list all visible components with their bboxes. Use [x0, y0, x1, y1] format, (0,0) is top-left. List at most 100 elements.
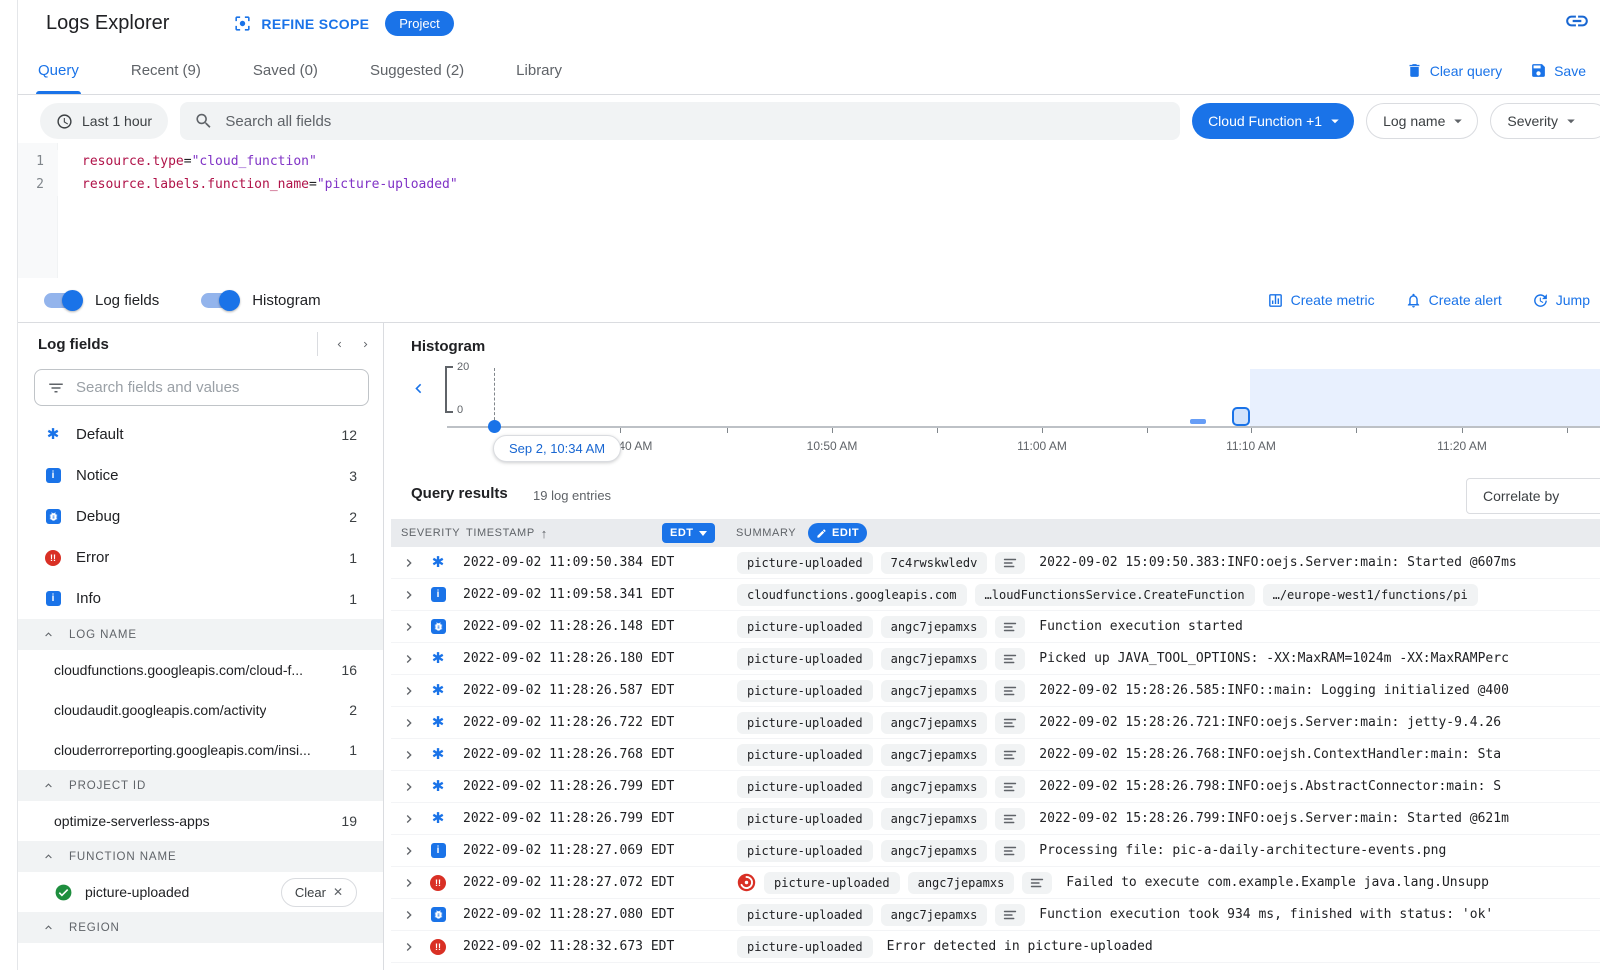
create-alert-button[interactable]: Create alert [1405, 292, 1502, 309]
refine-scope-button[interactable]: REFINE SCOPE [233, 14, 369, 33]
label-chip[interactable]: picture-uploaded [737, 712, 873, 734]
expand-chevron-icon[interactable] [401, 747, 417, 763]
label-chip[interactable]: angc7jepamxs [881, 744, 988, 766]
log-text-icon[interactable] [995, 552, 1025, 574]
log-text-icon[interactable] [995, 648, 1025, 670]
log-entry-row[interactable]: 2022-09-02 11:28:27.080 EDTpicture-uploa… [391, 899, 1600, 931]
log-text-icon[interactable] [995, 680, 1025, 702]
histogram-bar[interactable] [1190, 419, 1206, 424]
save-button[interactable]: Save [1530, 62, 1586, 79]
expand-chevron-icon[interactable] [401, 875, 417, 891]
log-text-icon[interactable] [1022, 872, 1052, 894]
fields-search-input[interactable] [76, 379, 356, 396]
label-chip[interactable]: angc7jepamxs [881, 840, 988, 862]
log-field-item[interactable]: picture-uploadedClear ✕ [18, 872, 383, 912]
expand-chevron-icon[interactable] [401, 907, 417, 923]
label-chip[interactable]: angc7jepamxs [881, 712, 988, 734]
time-range-button[interactable]: Last 1 hour [40, 103, 168, 139]
search-all-fields-box[interactable] [180, 102, 1180, 140]
log-field-item[interactable]: cloudaudit.googleapis.com/activity2 [18, 690, 383, 730]
log-entry-row[interactable]: ✱2022-09-02 11:09:50.384 EDTpicture-uplo… [391, 547, 1600, 579]
section-header-project-id[interactable]: PROJECT ID [18, 770, 383, 801]
log-text-icon[interactable] [995, 744, 1025, 766]
log-entry-row[interactable]: 2022-09-02 11:28:26.148 EDTpicture-uploa… [391, 611, 1600, 643]
label-chip[interactable]: angc7jepamxs [881, 680, 988, 702]
jump-button[interactable]: Jump [1532, 292, 1590, 309]
log-entry-row[interactable]: ✱2022-09-02 11:28:26.722 EDTpicture-uplo… [391, 707, 1600, 739]
tab-library[interactable]: Library [514, 47, 564, 94]
search-input[interactable] [225, 113, 1166, 130]
link-icon[interactable] [1564, 8, 1590, 34]
label-chip[interactable]: 7c4rwskwledv [881, 552, 988, 574]
expand-chevron-icon[interactable] [401, 651, 417, 667]
log-field-item[interactable]: cloudfunctions.googleapis.com/cloud-f...… [18, 650, 383, 690]
label-chip[interactable]: picture-uploaded [737, 616, 873, 638]
log-text-icon[interactable] [995, 712, 1025, 734]
expand-chevron-icon[interactable] [401, 939, 417, 955]
log-text-icon[interactable] [995, 616, 1025, 638]
scope-badge[interactable]: Project [385, 11, 453, 36]
expand-chevron-icon[interactable] [401, 619, 417, 635]
severity-filter[interactable]: Severity [1490, 103, 1600, 139]
collapse-panel-icon[interactable] [334, 339, 345, 350]
label-chip[interactable]: angc7jepamxs [881, 808, 988, 830]
log-fields-toggle[interactable] [44, 293, 81, 308]
create-metric-button[interactable]: Create metric [1267, 292, 1375, 309]
label-chip[interactable]: …loudFunctionsService.CreateFunction [975, 584, 1255, 606]
section-header-function-name[interactable]: FUNCTION NAME [18, 841, 383, 872]
expand-chevron-icon[interactable] [401, 843, 417, 859]
severity-filter-default[interactable]: ✱Default12 [18, 414, 383, 455]
log-field-item[interactable]: optimize-serverless-apps19 [18, 801, 383, 841]
histogram-toggle[interactable] [201, 293, 238, 308]
label-chip[interactable]: picture-uploaded [737, 904, 873, 926]
log-text-icon[interactable] [995, 808, 1025, 830]
histog​ram-selection-region[interactable] [1250, 369, 1600, 426]
severity-filter-notice[interactable]: iNotice3 [18, 455, 383, 496]
expand-panel-icon[interactable] [360, 339, 371, 350]
label-chip[interactable]: picture-uploaded [737, 744, 873, 766]
log-entry-row[interactable]: !!2022-09-02 11:28:32.673 EDTpicture-upl… [391, 931, 1600, 963]
log-entry-row[interactable]: ✱2022-09-02 11:28:26.180 EDTpicture-uplo… [391, 643, 1600, 675]
log-text-icon[interactable] [995, 904, 1025, 926]
tab-suggested[interactable]: Suggested (2) [368, 47, 466, 94]
label-chip[interactable]: angc7jepamxs [881, 904, 988, 926]
log-field-item[interactable]: clouderrorreporting.googleapis.com/insi.… [18, 730, 383, 770]
label-chip[interactable]: …/europe-west1/functions/pi [1263, 584, 1478, 606]
log-entry-row[interactable]: ✱2022-09-02 11:28:26.799 EDTpicture-uplo… [391, 771, 1600, 803]
label-chip[interactable]: picture-uploaded [737, 936, 873, 958]
timezone-selector[interactable]: EDT [662, 523, 715, 543]
expand-chevron-icon[interactable] [401, 587, 417, 603]
time-cursor-dot[interactable] [488, 420, 501, 433]
fields-search-box[interactable] [34, 369, 369, 406]
log-entry-row[interactable]: i2022-09-02 11:28:27.069 EDTpicture-uplo… [391, 835, 1600, 867]
label-chip[interactable]: angc7jepamxs [881, 648, 988, 670]
log-name-filter[interactable]: Log name [1366, 103, 1478, 139]
clear-filter-button[interactable]: Clear ✕ [281, 878, 357, 907]
log-entry-row[interactable]: !!2022-09-02 11:28:27.072 EDTpicture-upl… [391, 867, 1600, 899]
clear-query-button[interactable]: Clear query [1406, 62, 1502, 79]
label-chip[interactable]: picture-uploaded [737, 680, 873, 702]
tab-query[interactable]: Query [36, 47, 81, 94]
log-entry-row[interactable]: ✱2022-09-02 11:28:26.799 EDTpicture-uplo… [391, 803, 1600, 835]
label-chip[interactable]: picture-uploaded [737, 776, 873, 798]
expand-chevron-icon[interactable] [401, 555, 417, 571]
label-chip[interactable]: picture-uploaded [737, 840, 873, 862]
expand-chevron-icon[interactable] [401, 683, 417, 699]
label-chip[interactable]: angc7jepamxs [881, 776, 988, 798]
label-chip[interactable]: picture-uploaded [737, 648, 873, 670]
tab-recent[interactable]: Recent (9) [129, 47, 203, 94]
expand-chevron-icon[interactable] [401, 811, 417, 827]
resource-filter-chip[interactable]: Cloud Function +1 [1192, 103, 1354, 139]
expand-chevron-icon[interactable] [401, 715, 417, 731]
column-timestamp[interactable]: TIMESTAMP ↑ [466, 519, 548, 547]
severity-filter-error[interactable]: !!Error1 [18, 537, 383, 578]
expand-chevron-icon[interactable] [401, 779, 417, 795]
section-header-region[interactable]: REGION [18, 912, 383, 943]
log-text-icon[interactable] [995, 840, 1025, 862]
log-entry-row[interactable]: i2022-09-02 11:09:58.341 EDTcloudfunctio… [391, 579, 1600, 611]
log-entry-row[interactable]: ✱2022-09-02 11:28:26.587 EDTpicture-uplo… [391, 675, 1600, 707]
section-header-log-name[interactable]: LOG NAME [18, 619, 383, 650]
correlate-button[interactable]: Correlate by [1466, 478, 1600, 514]
label-chip[interactable]: angc7jepamxs [908, 872, 1015, 894]
label-chip[interactable]: picture-uploaded [737, 808, 873, 830]
